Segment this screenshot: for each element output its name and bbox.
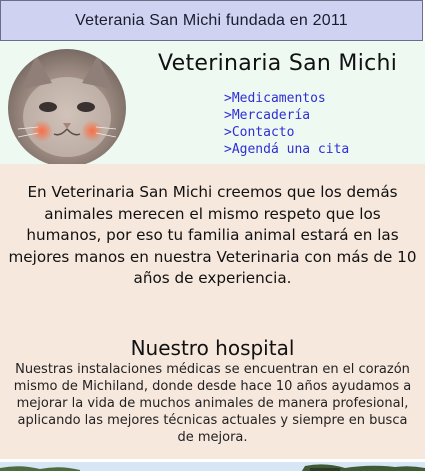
intro-paragraph: En Veterinaria San Michi creemos que los…: [8, 183, 417, 287]
hospital-photo-strip: [0, 459, 425, 471]
cat-photo-icon: [8, 49, 126, 167]
hospital-photo-icon: [0, 462, 425, 471]
hospital-heading: Nuestro hospital: [130, 336, 295, 360]
nav-link-medicamentos[interactable]: >Medicamentos: [224, 90, 349, 107]
main-nav: >Medicamentos >Mercadería >Contacto >Age…: [224, 90, 349, 158]
top-banner: Veterania San Michi fundada en 2011: [0, 0, 423, 41]
brand-title: Veterinaria San Michi: [158, 51, 398, 76]
top-banner-text: Veterania San Michi fundada en 2011: [75, 11, 348, 29]
cat-logo-image: [8, 49, 126, 167]
hospital-paragraph: Nuestras instalaciones médicas se encuen…: [13, 362, 412, 445]
site-header: Veterinaria San Michi >Medicamentos >Mer…: [0, 41, 425, 167]
nav-link-contacto[interactable]: >Contacto: [224, 124, 349, 141]
nav-link-mercaderia[interactable]: >Mercadería: [224, 107, 349, 124]
main-content: En Veterinaria San Michi creemos que los…: [0, 164, 425, 459]
nav-link-agenda-cita[interactable]: >Agendá una cita: [224, 141, 349, 158]
